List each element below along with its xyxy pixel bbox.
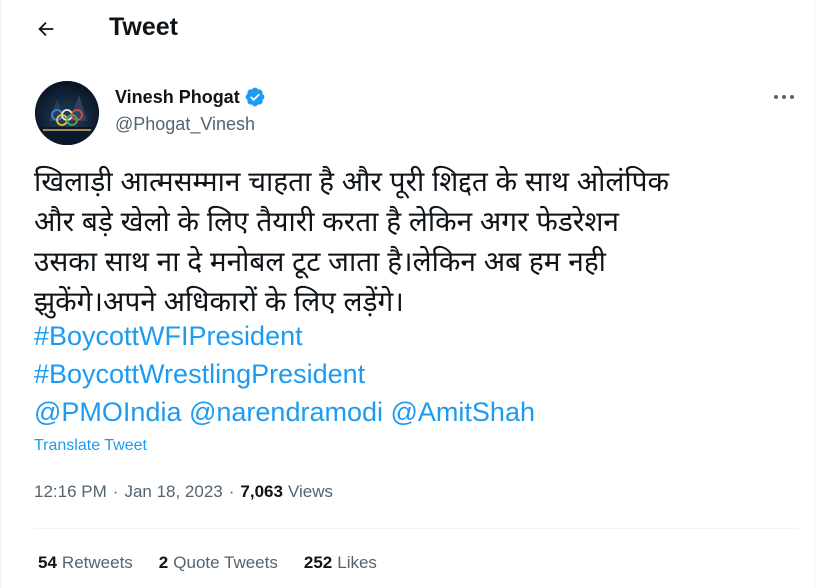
likes-count: 252 bbox=[303, 553, 333, 572]
more-options-icon bbox=[774, 95, 794, 99]
hashtag-link[interactable]: #BoycottWrestlingPresident bbox=[34, 359, 365, 389]
mention-link[interactable]: @AmitShah bbox=[391, 397, 535, 427]
retweets-stat[interactable]: 54 Retweets bbox=[38, 553, 133, 573]
tweet-stats: 54 Retweets 2 Quote Tweets 252 Likes bbox=[38, 553, 403, 573]
author-name[interactable]: Vinesh Phogat bbox=[115, 87, 240, 108]
back-arrow-icon bbox=[38, 21, 54, 37]
tweet-text: खिलाड़ी आत्मसम्मान चाहता है और पूरी शिद्… bbox=[34, 162, 804, 322]
tweet-meta: 12:16 PM · Jan 18, 2023 · 7,063 Views bbox=[34, 482, 333, 502]
tweet-text-line: और बड़े खेलो के लिए तैयारी करता है लेकिन… bbox=[34, 206, 619, 237]
tweet-links: #BoycottWFIPresident #BoycottWrestlingPr… bbox=[34, 317, 535, 431]
divider bbox=[34, 528, 798, 529]
tweet-text-line: खिलाड़ी आत्मसम्मान चाहता है और पूरी शिद्… bbox=[34, 166, 670, 197]
likes-label: Likes bbox=[337, 553, 377, 572]
tweet-text-line: झुकेंगे।अपने अधिकारों के लिए लड़ेंगे। bbox=[34, 286, 404, 317]
translate-tweet-link[interactable]: Translate Tweet bbox=[34, 437, 147, 455]
tweet-text-line: उसका साथ ना दे मनोबल टूट जाता है।लेकिन अ… bbox=[34, 246, 606, 277]
tweet-page: Tweet Vinesh Phogat @Phogat_Vinesh खिलाड… bbox=[0, 0, 815, 588]
page-title: Tweet bbox=[109, 13, 178, 41]
meta-separator: · bbox=[112, 482, 119, 501]
retweets-label: Retweets bbox=[61, 553, 133, 572]
quote-tweets-label: Quote Tweets bbox=[173, 553, 278, 572]
meta-separator: · bbox=[228, 482, 235, 501]
back-button[interactable] bbox=[29, 12, 63, 46]
views-count: 7,063 bbox=[240, 482, 283, 501]
retweets-count: 54 bbox=[38, 553, 57, 572]
more-options-button[interactable] bbox=[767, 84, 801, 110]
avatar-image bbox=[35, 81, 99, 145]
avatar[interactable] bbox=[35, 81, 99, 145]
quote-tweets-count: 2 bbox=[158, 553, 169, 572]
author-name-row[interactable]: Vinesh Phogat bbox=[115, 86, 266, 108]
verified-badge-icon bbox=[245, 87, 265, 107]
mention-link[interactable]: @narendramodi bbox=[189, 397, 383, 427]
mention-link[interactable]: @PMOIndia bbox=[34, 397, 181, 427]
author-handle[interactable]: @Phogat_Vinesh bbox=[115, 114, 255, 135]
hashtag-link[interactable]: #BoycottWFIPresident bbox=[34, 321, 303, 351]
top-bar: Tweet bbox=[1, 0, 816, 56]
quote-tweets-stat[interactable]: 2 Quote Tweets bbox=[159, 553, 278, 573]
tweet-date[interactable]: Jan 18, 2023 bbox=[124, 482, 222, 502]
likes-stat[interactable]: 252 Likes bbox=[304, 553, 377, 573]
tweet-time[interactable]: 12:16 PM bbox=[34, 482, 107, 502]
views-label: Views bbox=[287, 482, 334, 501]
